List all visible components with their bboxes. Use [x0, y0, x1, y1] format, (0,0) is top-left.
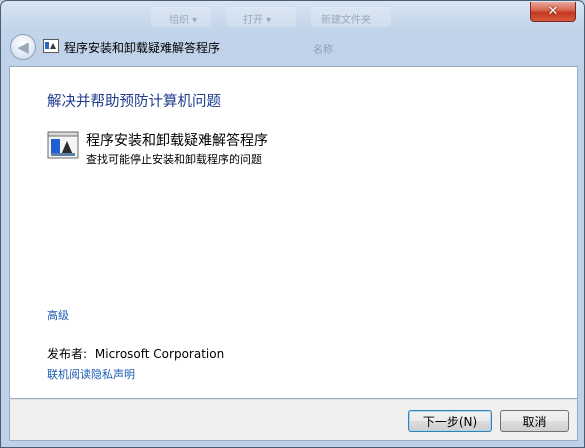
background-ghost-text: 打开 ▾ — [243, 15, 272, 26]
advanced-link[interactable]: 高级 — [47, 307, 69, 323]
button-bar: 下一步(N) 取消 — [9, 399, 578, 441]
background-ghost-text: 名称 — [313, 45, 333, 56]
back-button[interactable]: ◀ — [10, 34, 36, 60]
task-title-link[interactable]: 程序安装和卸载疑难解答程序 — [86, 130, 268, 150]
close-icon: ✕ — [547, 4, 559, 19]
close-button[interactable]: ✕ — [530, 2, 576, 22]
page-heading: 解决并帮助预防计算机问题 — [47, 94, 221, 110]
privacy-statement-link[interactable]: 联机阅读隐私声明 — [47, 366, 135, 382]
publisher-name: Microsoft Corporation — [94, 347, 225, 361]
cancel-button[interactable]: 取消 — [500, 410, 569, 432]
publisher-label: 发布者: — [47, 347, 88, 361]
background-ghost-text: 组织 ▾ — [169, 15, 198, 26]
background-ghost-text: 新建文件夹 — [321, 15, 371, 26]
content-pane: 解决并帮助预防计算机问题 程序安装和卸载疑难解答程序 查找可能停止安装和卸载程序… — [9, 66, 578, 399]
back-arrow-icon: ◀ — [17, 38, 29, 56]
publisher-line: 发布者: Microsoft Corporation — [47, 345, 224, 362]
task-description: 查找可能停止安装和卸载程序的问题 — [86, 153, 262, 166]
troubleshooter-small-icon — [43, 39, 59, 53]
window-title: 程序安装和卸载疑难解答程序 — [64, 41, 221, 55]
troubleshooter-icon — [47, 131, 79, 159]
next-button[interactable]: 下一步(N) — [408, 410, 492, 432]
troubleshooter-window: 组织 ▾ 打开 ▾ 新建文件夹 名称 ✕ ◀ 程序安装和卸载疑难解答程序 解决并… — [0, 0, 585, 448]
